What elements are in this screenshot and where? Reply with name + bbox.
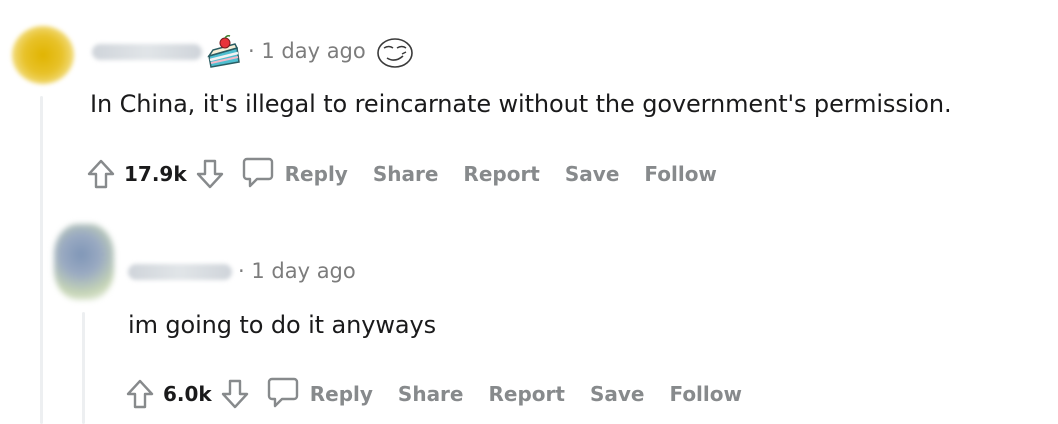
thread-line-1[interactable] — [40, 96, 43, 424]
thread-line-2[interactable] — [82, 312, 85, 424]
username-blurred[interactable] — [92, 44, 202, 60]
vote-score: 17.9k — [124, 162, 187, 186]
comment-timestamp[interactable]: · 1 day ago — [238, 259, 356, 283]
downvote-icon[interactable] — [193, 154, 227, 194]
cake-icon — [205, 34, 243, 70]
reply-label: Reply — [284, 162, 348, 186]
downvote-icon[interactable] — [218, 374, 252, 414]
upvote-icon[interactable] — [123, 374, 157, 414]
reply-button[interactable]: Reply — [241, 155, 348, 193]
report-button[interactable]: Report — [463, 162, 539, 186]
comment-body: In China, it's illegal to reincarnate wi… — [90, 90, 952, 118]
username-blurred[interactable] — [128, 264, 232, 280]
comment-bubble-icon — [266, 375, 300, 413]
comment-bubble-icon — [241, 155, 275, 193]
reply-button[interactable]: Reply — [266, 375, 373, 413]
comment-body: im going to do it anyways — [128, 311, 436, 339]
follow-button[interactable]: Follow — [669, 382, 742, 406]
user-avatar[interactable] — [54, 224, 114, 300]
share-button[interactable]: Share — [398, 382, 464, 406]
comment-actions: 17.9k Reply Share Report Save Follow — [84, 154, 742, 194]
follow-button[interactable]: Follow — [644, 162, 717, 186]
award-smirk-icon[interactable] — [375, 36, 415, 70]
report-button[interactable]: Report — [489, 382, 565, 406]
user-avatar[interactable] — [12, 26, 74, 84]
comment-timestamp[interactable]: · 1 day ago — [248, 39, 366, 63]
save-button[interactable]: Save — [565, 162, 620, 186]
share-button[interactable]: Share — [373, 162, 439, 186]
comment-actions: 6.0k Reply Share Report Save Follow — [123, 374, 767, 414]
vote-score: 6.0k — [163, 382, 212, 406]
reply-label: Reply — [309, 382, 373, 406]
upvote-icon[interactable] — [84, 154, 118, 194]
save-button[interactable]: Save — [590, 382, 645, 406]
